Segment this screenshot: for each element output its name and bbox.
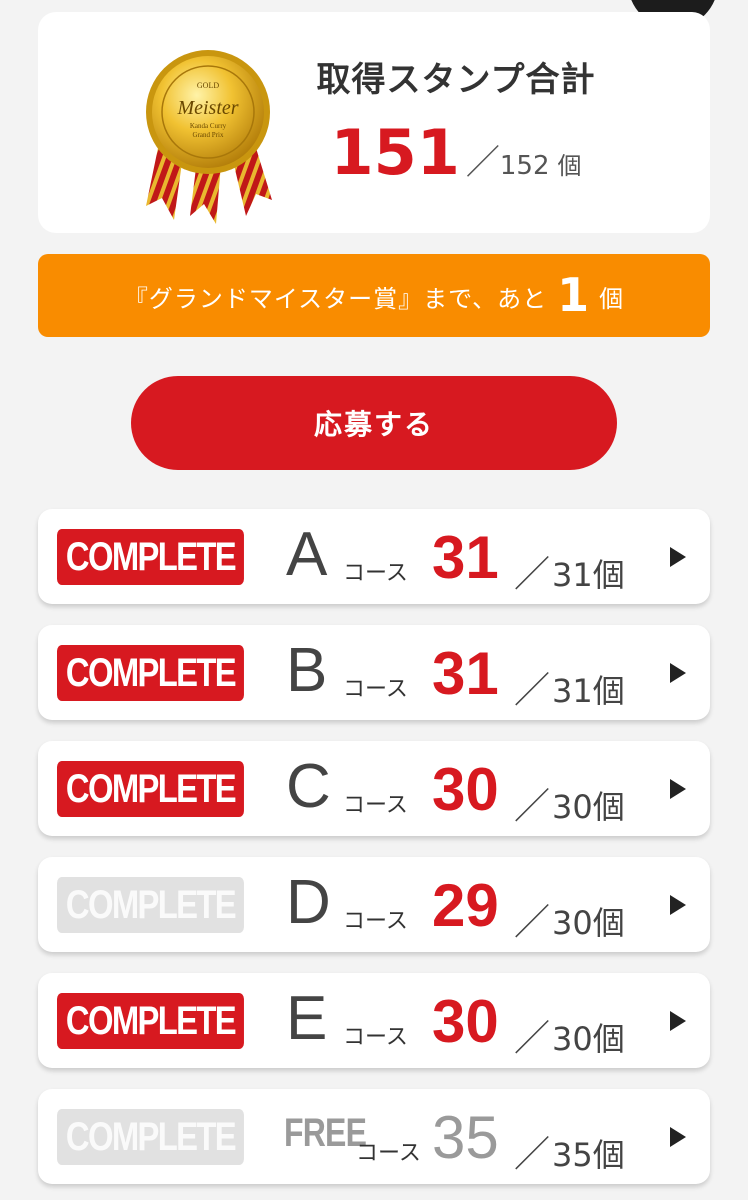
course-letter: FREE <box>284 1111 367 1155</box>
course-stamp-count: 30 <box>432 756 499 823</box>
complete-badge: COMPLETE <box>57 993 244 1049</box>
complete-badge: COMPLETE <box>57 529 244 585</box>
course-total-value: 35個 <box>552 1136 625 1174</box>
complete-badge: COMPLETE <box>57 645 244 701</box>
course-total-value: 30個 <box>552 904 625 942</box>
course-total-value: 30個 <box>552 788 625 826</box>
slash: ／ <box>465 143 500 183</box>
course-label: コース <box>343 561 408 586</box>
course-label: コース <box>343 793 408 818</box>
course-stamp-total: ／31個 <box>514 661 625 713</box>
gold-medal-icon: GOLD Meister Kanda Curry Grand Prix <box>146 50 272 224</box>
slash: ／ <box>514 1133 551 1174</box>
course-total-value: 31個 <box>552 672 625 710</box>
course-letter: A <box>286 520 328 589</box>
complete-badge: COMPLETE <box>57 1109 244 1165</box>
course-letter: B <box>286 636 328 705</box>
play-arrow-icon <box>670 1011 686 1031</box>
course-stamp-count: 31 <box>432 524 499 591</box>
stamp-count: 151 <box>330 116 460 189</box>
course-row[interactable]: COMPLETE FREE コース 35 ／35個 <box>38 1089 710 1184</box>
slash: ／ <box>514 669 551 710</box>
course-stamp-total: ／30個 <box>514 1009 625 1061</box>
course-stamp-count: 30 <box>432 988 499 1055</box>
play-arrow-icon <box>670 663 686 683</box>
course-label: コース <box>343 1025 408 1050</box>
course-stamp-total: ／30個 <box>514 777 625 829</box>
course-row[interactable]: COMPLETE A コース 31 ／31個 <box>38 509 710 604</box>
slash: ／ <box>514 901 551 942</box>
course-letter: C <box>286 752 331 821</box>
course-stamp-total: ／35個 <box>514 1125 625 1177</box>
course-stamp-count: 29 <box>432 872 499 939</box>
summary-count: 151 ／152 個 <box>286 116 626 189</box>
course-label: コース <box>343 677 408 702</box>
notice-remaining: 1 <box>557 268 590 322</box>
course-letter: E <box>286 984 328 1053</box>
notice-text: 『グランドマイスター賞』まで、あと <box>123 285 548 313</box>
svg-text:GOLD: GOLD <box>197 81 219 90</box>
slash: ／ <box>514 553 551 594</box>
svg-text:Meister: Meister <box>176 97 238 119</box>
course-total-value: 31個 <box>552 556 625 594</box>
play-arrow-icon <box>670 779 686 799</box>
slash: ／ <box>514 785 551 826</box>
complete-badge: COMPLETE <box>57 761 244 817</box>
stamp-unit: 個 <box>557 152 582 180</box>
course-stamp-count: 35 <box>432 1104 499 1171</box>
course-label: コース <box>356 1141 421 1166</box>
course-row[interactable]: COMPLETE D コース 29 ／30個 <box>38 857 710 952</box>
stamp-total: 152 <box>499 151 550 181</box>
svg-text:Kanda Curry: Kanda Curry <box>190 122 227 130</box>
complete-badge: COMPLETE <box>57 877 244 933</box>
play-arrow-icon <box>670 1127 686 1147</box>
apply-button[interactable]: 応募する <box>131 376 617 470</box>
play-arrow-icon <box>670 547 686 567</box>
summary-title: 取得スタンプ合計 <box>316 60 596 100</box>
play-arrow-icon <box>670 895 686 915</box>
course-stamp-total: ／31個 <box>514 545 625 597</box>
course-label: コース <box>343 909 408 934</box>
svg-text:Grand Prix: Grand Prix <box>193 131 224 139</box>
course-stamp-total: ／30個 <box>514 893 625 945</box>
course-letter: D <box>286 868 331 937</box>
stamp-summary-card: GOLD Meister Kanda Curry Grand Prix 取得スタ… <box>38 12 710 233</box>
course-stamp-count: 31 <box>432 640 499 707</box>
course-row[interactable]: COMPLETE C コース 30 ／30個 <box>38 741 710 836</box>
slash: ／ <box>514 1017 551 1058</box>
course-row[interactable]: COMPLETE E コース 30 ／30個 <box>38 973 710 1068</box>
notice-unit: 個 <box>599 285 625 313</box>
course-total-value: 30個 <box>552 1020 625 1058</box>
course-row[interactable]: COMPLETE B コース 31 ／31個 <box>38 625 710 720</box>
grand-meister-notice: 『グランドマイスター賞』まで、あと 1 個 <box>38 254 710 337</box>
